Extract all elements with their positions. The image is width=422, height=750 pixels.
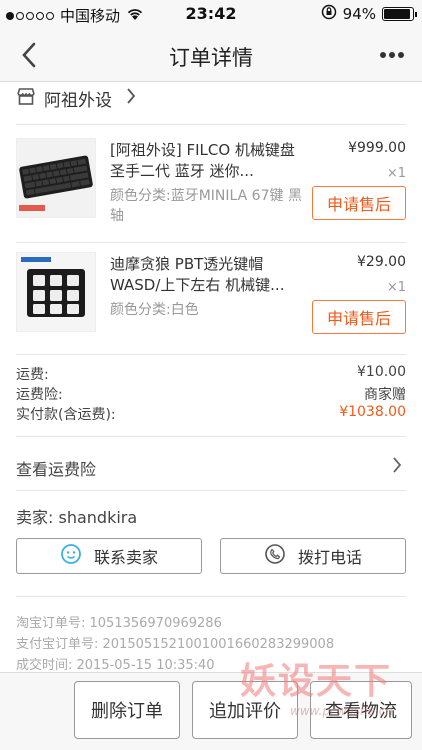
shipping-fee-row: 运费: ¥10.00 [16, 364, 406, 384]
divider [16, 124, 406, 125]
insurance-row: 运费险: 商家赠 [16, 384, 406, 404]
taobao-order-number: 淘宝订单号: 1051356970969286 [16, 616, 222, 631]
shop-icon [16, 87, 36, 110]
seller-info: 卖家: shandkira [16, 504, 137, 528]
orientation-lock-icon [321, 4, 337, 24]
chat-icon [60, 543, 82, 569]
after-sales-button[interactable]: 申请售后 [312, 186, 406, 220]
total-paid-row: 实付款(含运费): ¥1038.00 [16, 404, 406, 424]
contact-seller-button[interactable]: 联系卖家 [16, 538, 202, 574]
divider [16, 596, 406, 597]
total-paid-value: ¥1038.00 [339, 404, 406, 420]
status-right: 94% [321, 4, 417, 24]
battery-level [384, 9, 411, 19]
seller-label: 卖家: [16, 508, 54, 527]
product-title[interactable]: 迪摩贪狼 PBT透光键帽 WASD/上下左右 机械键... [110, 254, 306, 296]
shipping-insurance-label: 查看运费险 [16, 460, 97, 479]
product-title[interactable]: [阿祖外设] FILCO 机械键盘 圣手二代 蓝牙 迷你... [110, 140, 306, 182]
view-logistics-button[interactable]: 查看物流 [310, 681, 412, 739]
product-thumbnail[interactable] [16, 138, 96, 218]
divider [16, 490, 406, 491]
divider [16, 242, 406, 243]
insurance-value: 商家赠 [364, 387, 406, 403]
contact-seller-label: 联系卖家 [93, 548, 158, 567]
order-item: 迪摩贪狼 PBT透光键帽 WASD/上下左右 机械键... 颜色分类:白色 ¥2… [16, 248, 406, 354]
add-review-button[interactable]: 追加评价 [192, 681, 298, 739]
shop-name: 阿祖外设 [44, 90, 112, 111]
product-spec: 颜色分类:白色 [110, 302, 199, 318]
product-spec: 颜色分类:蓝牙MINILA 67键 黑轴 [110, 188, 302, 224]
more-dot-icon [389, 52, 395, 58]
seller-name: shandkira [58, 508, 138, 527]
product-quantity: ×1 [386, 280, 406, 295]
battery-icon [382, 7, 417, 21]
product-price: ¥29.00 [357, 254, 406, 270]
product-thumbnail[interactable] [16, 252, 96, 332]
divider [16, 354, 406, 355]
navigation-bar: 订单详情 [0, 28, 422, 82]
product-quantity: ×1 [386, 166, 406, 181]
product-price: ¥999.00 [348, 140, 406, 156]
more-menu-button[interactable] [374, 44, 410, 66]
battery-percent: 94% [342, 5, 376, 23]
after-sales-button[interactable]: 申请售后 [312, 300, 406, 334]
chevron-right-icon [126, 87, 136, 109]
order-item: [阿祖外设] FILCO 机械键盘 圣手二代 蓝牙 迷你... 颜色分类:蓝牙M… [16, 134, 406, 240]
keyboard-image [17, 139, 95, 217]
bottom-action-bar: 删除订单 追加评价 查看物流 [0, 672, 422, 750]
shipping-fee-value: ¥10.00 [357, 364, 406, 380]
call-seller-button[interactable]: 拨打电话 [220, 538, 406, 574]
total-paid-label: 实付款(含运费): [16, 407, 116, 423]
order-detail-content: 阿祖外设 [阿祖外设] FILCO 机械键盘 圣手二代 蓝牙 迷你... 颜色分… [0, 82, 422, 672]
keycaps-image [17, 253, 95, 331]
more-dot-icon [398, 52, 404, 58]
status-bar: 中国移动 23:42 94% [0, 0, 422, 28]
divider [16, 436, 406, 437]
page-title: 订单详情 [169, 46, 253, 70]
alipay-order-number: 支付宝订单号: 2015051521001001660283299008 [16, 637, 335, 652]
call-seller-label: 拨打电话 [297, 548, 362, 567]
insurance-label: 运费险: [16, 387, 63, 403]
shop-link[interactable]: 阿祖外设 [16, 84, 396, 112]
more-dot-icon [380, 52, 386, 58]
chevron-right-icon [392, 457, 402, 477]
shipping-insurance-link[interactable]: 查看运费险 [16, 446, 406, 486]
delete-order-button[interactable]: 删除订单 [74, 681, 180, 739]
phone-icon [264, 543, 286, 569]
shipping-fee-label: 运费: [16, 367, 49, 383]
deal-time: 成交时间: 2015-05-15 10:35:40 [16, 658, 215, 672]
